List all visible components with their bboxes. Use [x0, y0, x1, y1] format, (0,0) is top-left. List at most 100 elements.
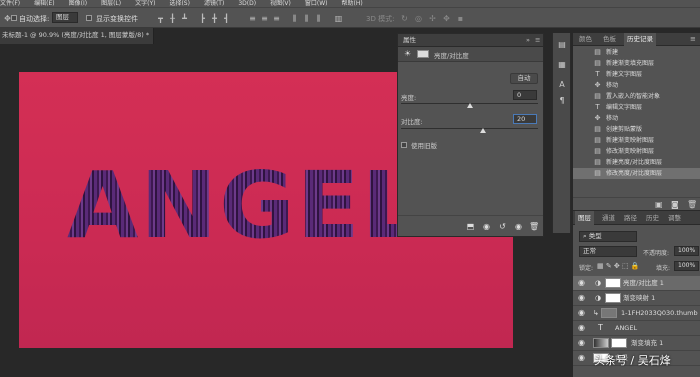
layer-row[interactable]: ◉ ◑ 渐变映射 1 [573, 291, 700, 306]
menu-edit[interactable]: 编辑(E) [34, 0, 54, 7]
visibility-eye-icon[interactable]: ◉ [578, 351, 585, 365]
layer-row[interactable]: ◉ T ANGEL [573, 321, 700, 336]
layer-row[interactable]: ◉ ↳ 1-1FH2033Q030.thumb [573, 306, 700, 321]
tab-layers[interactable]: 图层 [575, 211, 594, 225]
fill-input[interactable]: 100% [674, 261, 699, 271]
align-hcenter-icon[interactable]: ╋ [210, 14, 219, 23]
distribute-vcenter-icon[interactable]: ≡ [260, 14, 269, 23]
distribute-hcenter-icon[interactable]: ⫼ [302, 14, 311, 23]
menu-select[interactable]: 选择(S) [169, 0, 190, 7]
3d-drag-icon[interactable]: ✢ [428, 14, 437, 23]
3d-rotate-icon[interactable]: ↻ [400, 14, 409, 23]
layer-row[interactable]: ◉ ◑ 亮度/对比度 1 [573, 276, 700, 291]
visibility-eye-icon[interactable]: ◉ [578, 306, 585, 320]
align-left-icon[interactable]: ┣ [198, 14, 207, 23]
tab-paths[interactable]: 路径 [621, 211, 640, 225]
show-transform-checkbox[interactable] [86, 15, 92, 21]
document-tab[interactable]: 未标题-1 @ 90.9% (亮度/对比度 1, 图层蒙版/8) * × [0, 28, 154, 44]
distribute-bottom-icon[interactable]: ≡ [272, 14, 281, 23]
paragraph-panel-icon[interactable]: ¶ [556, 95, 568, 107]
history-item[interactable]: T 编辑文字图层 [573, 102, 700, 113]
history-item[interactable]: ✥ 移动 [573, 113, 700, 124]
visibility-icon[interactable]: ◉ [514, 222, 523, 231]
layer-mask-icon[interactable] [417, 50, 429, 58]
smart-object-thumbnail[interactable] [601, 308, 617, 318]
tab-color[interactable]: 颜色 [576, 33, 595, 46]
character-panel-icon[interactable]: A [556, 79, 568, 91]
new-document-from-state-icon[interactable]: ▣ [655, 200, 663, 209]
menu-filter[interactable]: 滤镜(T) [204, 0, 224, 7]
properties-panel-icon[interactable]: ▦ [556, 59, 568, 71]
layer-mask-thumbnail[interactable] [611, 338, 627, 348]
auto-select-dropdown[interactable]: 图层 [52, 12, 78, 23]
blend-mode-dropdown[interactable]: 正常 [579, 246, 637, 257]
history-item[interactable]: ▤ 新建亮度/对比度图层 [573, 157, 700, 168]
menu-file[interactable]: 文件(F) [0, 0, 20, 7]
visibility-eye-icon[interactable]: ◉ [578, 276, 585, 290]
tab-history[interactable]: 历史记录 [624, 33, 656, 46]
history-item[interactable]: ✥ 移动 [573, 80, 700, 91]
history-item[interactable]: ▤ 创建剪贴蒙版 [573, 124, 700, 135]
align-top-icon[interactable]: ┳ [156, 14, 165, 23]
brightness-input[interactable]: 0 [513, 90, 537, 100]
menu-image[interactable]: 图像(I) [69, 0, 87, 7]
auto-align-icon[interactable]: ▥ [334, 14, 343, 23]
auto-select-checkbox[interactable] [11, 15, 17, 21]
history-item[interactable]: T 新建文字图层 [573, 69, 700, 80]
tab-history-2[interactable]: 历史 [643, 211, 662, 225]
menu-window[interactable]: 窗口(W) [305, 0, 328, 7]
align-right-icon[interactable]: ┫ [222, 14, 231, 23]
fill-label: 填充: [656, 265, 671, 272]
snapshot-icon[interactable]: ◙ [671, 200, 679, 209]
gradient-fill-thumbnail[interactable] [593, 338, 609, 348]
contrast-slider-knob[interactable] [480, 128, 487, 133]
contrast-input[interactable]: 20 [513, 114, 537, 124]
tab-swatches[interactable]: 色板 [600, 33, 619, 46]
delete-state-icon[interactable]: 🗑 [687, 200, 697, 209]
history-item[interactable]: ▤ 修改渐变映射图层 [573, 146, 700, 157]
history-item-selected[interactable]: ▤ 修改亮度/对比度图层 [573, 168, 700, 179]
distribute-left-icon[interactable]: ⫼ [290, 14, 299, 23]
layer-mask-thumbnail[interactable] [605, 278, 621, 288]
layer-mask-thumbnail[interactable] [605, 293, 621, 303]
menu-layer[interactable]: 图层(L) [101, 0, 121, 7]
visibility-eye-icon[interactable]: ◉ [578, 321, 585, 335]
collapse-icon[interactable]: » [526, 34, 530, 46]
lock-pixels-icon[interactable]: ▦ ✎ ✥ ⬚ 🔒 [597, 262, 640, 270]
3d-scale-icon[interactable]: ▪ [456, 14, 465, 23]
panel-menu-icon[interactable]: ≡ [690, 35, 696, 43]
brightness-slider-knob[interactable] [466, 103, 473, 108]
visibility-eye-icon[interactable]: ◉ [578, 336, 585, 350]
menu-type[interactable]: 文字(Y) [135, 0, 155, 7]
history-item[interactable]: ▤ 新建 [573, 47, 700, 58]
history-panel-icon[interactable]: ▤ [556, 39, 568, 51]
history-item[interactable]: ▤ 新建渐变映射图层 [573, 135, 700, 146]
3d-slide-icon[interactable]: ✥ [442, 14, 451, 23]
auto-button[interactable]: 自动 [510, 73, 538, 84]
history-item[interactable]: ▤ 新建渐变填充图层 [573, 58, 700, 69]
view-previous-icon[interactable]: ◉ [482, 222, 491, 231]
opacity-input[interactable]: 100% [674, 246, 699, 256]
distribute-top-icon[interactable]: ≡ [248, 14, 257, 23]
menu-help[interactable]: 帮助(H) [342, 0, 363, 7]
tab-adjustments[interactable]: 调整 [665, 211, 684, 225]
reset-icon[interactable]: ↺ [498, 222, 507, 231]
panel-menu-icon[interactable]: ≡ [535, 34, 540, 46]
doc-icon: ▤ [594, 136, 601, 144]
kind-filter-dropdown[interactable]: ⌕ 类型 [579, 231, 637, 242]
delete-icon[interactable]: 🗑 [529, 222, 539, 231]
align-vcenter-icon[interactable]: ╂ [168, 14, 177, 23]
visibility-eye-icon[interactable]: ◉ [578, 291, 585, 305]
menu-view[interactable]: 视图(V) [270, 0, 291, 7]
legacy-checkbox[interactable] [401, 142, 407, 148]
menu-3d[interactable]: 3D(D) [238, 0, 256, 7]
3d-roll-icon[interactable]: ◎ [414, 14, 423, 23]
distribute-right-icon[interactable]: ⫼ [314, 14, 323, 23]
align-bottom-icon[interactable]: ┻ [180, 14, 189, 23]
tab-channels[interactable]: 通道 [599, 211, 618, 225]
contrast-slider-track[interactable] [401, 128, 538, 129]
layer-row[interactable]: ◉ 渐变填充 1 [573, 336, 700, 351]
clip-to-layer-icon[interactable]: ⬒ [466, 222, 475, 231]
properties-footer: ⬒ ◉ ↺ ◉ 🗑 [398, 215, 543, 236]
history-item[interactable]: ▤ 置入嵌入的智能对象 [573, 91, 700, 102]
